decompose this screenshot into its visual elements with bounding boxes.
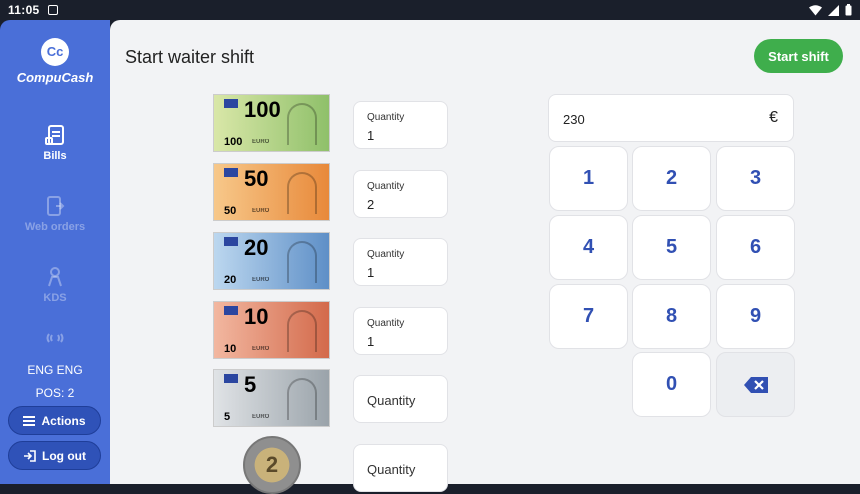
eu-flag-icon <box>224 374 238 383</box>
compucash-logo: Cc CompuCash <box>0 38 110 85</box>
quantity-field-100[interactable]: Quantity 1 <box>353 101 448 149</box>
backspace-icon <box>743 376 768 393</box>
sidebar-item-label: KDS <box>43 292 67 304</box>
quantity-value: 1 <box>367 265 375 280</box>
sidebar-item-web-orders[interactable]: Web orders <box>0 195 110 233</box>
quantity-field-50[interactable]: Quantity 2 <box>353 170 448 218</box>
banknote-value-small: 50 <box>224 205 237 217</box>
main-panel: Start waiter shift Start shift 100 100 E… <box>110 20 860 494</box>
language-label: ENG ENG <box>27 363 83 377</box>
quantity-value: 1 <box>367 334 375 349</box>
keypad-key-2[interactable]: 2 <box>632 146 711 211</box>
quantity-label: Quantity <box>367 249 405 260</box>
banknote-value: 5 <box>244 372 257 397</box>
arch-icon <box>287 378 317 420</box>
keypad-key-5[interactable]: 5 <box>632 215 711 280</box>
arch-icon <box>287 103 317 145</box>
status-bar: 11:05 <box>0 0 860 20</box>
banknote-20: 20 20 EURO <box>213 232 330 290</box>
menu-icon <box>23 415 36 426</box>
eu-flag-icon <box>224 237 238 246</box>
start-shift-button[interactable]: Start shift <box>754 39 843 73</box>
banknote-10: 10 10 EURO <box>213 301 330 359</box>
euro-watermark: EURO <box>252 414 270 420</box>
banknote-5: 5 5 EURO <box>213 369 330 427</box>
pos-label: POS: 2 <box>35 386 75 400</box>
eu-flag-icon <box>224 168 238 177</box>
eu-flag-icon <box>224 99 238 108</box>
arch-icon <box>287 310 317 352</box>
quantity-label: Quantity <box>367 181 405 192</box>
banknote-value: 20 <box>244 235 269 260</box>
banknote-100: 100 100 EURO <box>213 94 330 152</box>
euro-watermark: EURO <box>252 277 270 283</box>
banknote-value-small: 10 <box>224 343 237 355</box>
notification-icon <box>47 5 58 15</box>
eu-flag-icon <box>224 306 238 315</box>
coin-value: 2 <box>265 452 279 477</box>
wifi-icon <box>809 4 822 15</box>
logout-icon <box>24 449 36 462</box>
quantity-value: 1 <box>367 128 375 143</box>
quantity-field-2-coin[interactable]: Quantity <box>353 444 448 492</box>
banknote-value: 50 <box>244 166 269 191</box>
battery-icon <box>845 4 852 16</box>
banknote-value: 100 <box>244 97 281 122</box>
actions-label: Actions <box>41 413 86 428</box>
status-time: 11:05 <box>8 3 40 17</box>
logout-label: Log out <box>42 448 86 463</box>
quantity-field-20[interactable]: Quantity 1 <box>353 238 448 286</box>
amount-display[interactable]: 230 € <box>548 94 794 142</box>
euro-watermark: EURO <box>252 139 270 145</box>
quantity-field-5[interactable]: Quantity <box>353 375 448 423</box>
banknote-value-small: 20 <box>224 274 237 286</box>
keypad-key-8[interactable]: 8 <box>632 284 711 349</box>
keypad-key-7[interactable]: 7 <box>549 284 628 349</box>
quantity-placeholder: Quantity <box>367 393 416 408</box>
logo-text: CompuCash <box>16 70 94 85</box>
quantity-label: Quantity <box>367 112 405 123</box>
keypad-key-0[interactable]: 0 <box>632 352 711 417</box>
arch-icon <box>287 172 317 214</box>
banknote-value: 10 <box>244 304 269 329</box>
banknote-50: 50 50 EURO <box>213 163 330 221</box>
keypad-key-9[interactable]: 9 <box>716 284 795 349</box>
coin-2: 2 <box>243 436 301 494</box>
euro-watermark: EURO <box>252 346 270 352</box>
sidebar-item-bills[interactable]: Bills <box>0 124 110 162</box>
signal-icon <box>828 4 839 16</box>
quantity-field-10[interactable]: Quantity 1 <box>353 307 448 355</box>
sidebar-item-kds[interactable]: KDS <box>0 266 110 304</box>
web-orders-icon <box>47 196 65 216</box>
sidebar-item-label: Web orders <box>24 221 86 233</box>
keypad-key-4[interactable]: 4 <box>549 215 628 280</box>
logout-button[interactable]: Log out <box>8 441 101 470</box>
bills-icon <box>45 125 64 145</box>
sidebar: Cc CompuCash Bills Web orders KDS ENG EN… <box>0 20 110 484</box>
quantity-label: Quantity <box>367 318 405 329</box>
quantity-placeholder: Quantity <box>367 462 416 477</box>
page-title: Start waiter shift <box>125 47 255 67</box>
broadcast-icon <box>46 333 64 343</box>
sidebar-item-label: Bills <box>43 150 67 162</box>
backspace-button[interactable] <box>716 352 795 417</box>
arch-icon <box>287 241 317 283</box>
logo-mark: Cc <box>41 38 69 66</box>
banknote-value-small: 100 <box>224 136 243 148</box>
actions-button[interactable]: Actions <box>8 406 101 435</box>
kds-icon <box>48 267 62 287</box>
quantity-value: 2 <box>367 197 375 212</box>
currency-symbol: € <box>769 109 778 126</box>
euro-watermark: EURO <box>252 208 270 214</box>
keypad-key-3[interactable]: 3 <box>716 146 795 211</box>
keypad-key-1[interactable]: 1 <box>549 146 628 211</box>
amount-value: 230 <box>563 112 585 127</box>
banknote-value-small: 5 <box>224 411 231 423</box>
keypad-key-6[interactable]: 6 <box>716 215 795 280</box>
